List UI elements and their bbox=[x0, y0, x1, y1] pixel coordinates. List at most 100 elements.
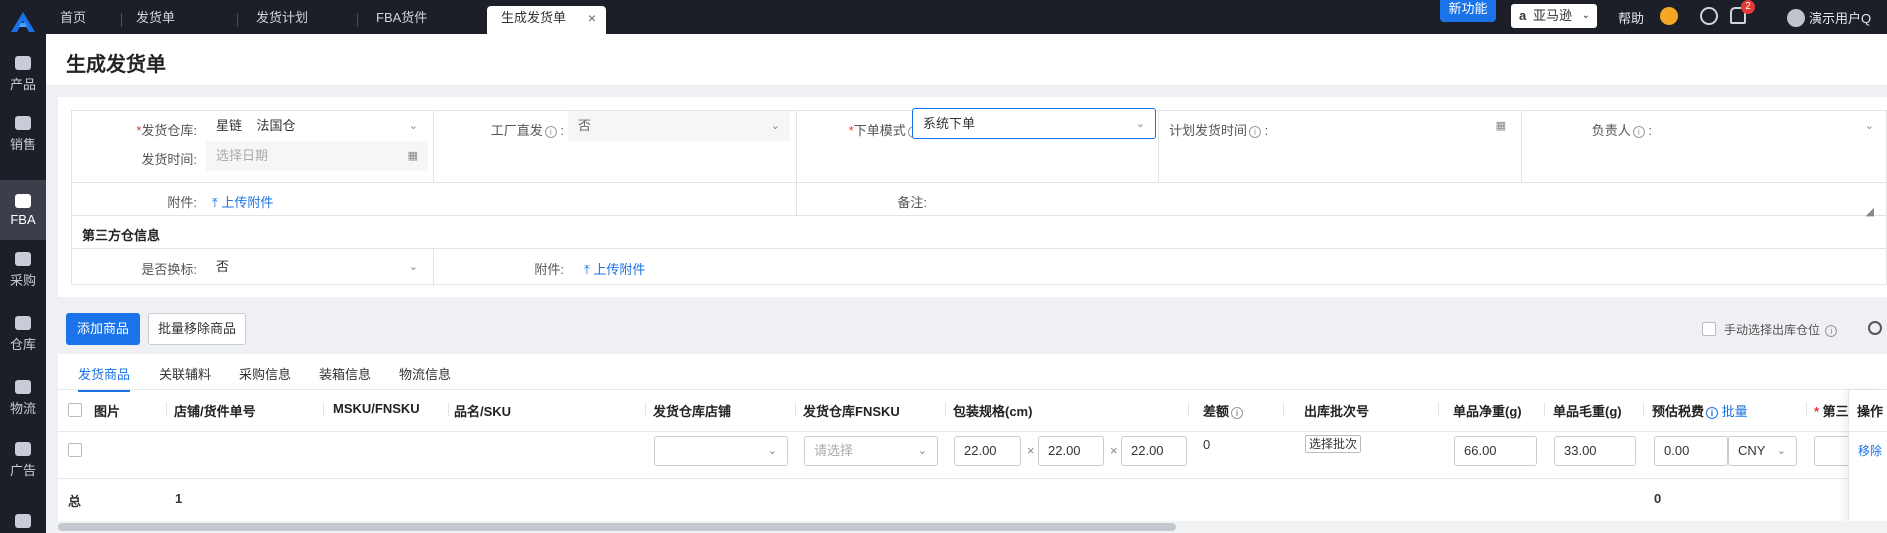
warehouse-select[interactable]: 星链 法国仓 ⌄ bbox=[206, 111, 428, 141]
tax-batch-link[interactable]: 批量 bbox=[1722, 404, 1748, 419]
ship-fnsku-select[interactable]: 请选择 ⌄ bbox=[804, 436, 938, 466]
scrollbar-thumb[interactable] bbox=[58, 523, 1176, 531]
sidebar-item-ads[interactable]: 广告 bbox=[0, 430, 46, 490]
manual-location-text: 手动选择出库仓位 bbox=[1724, 323, 1821, 337]
col-divider bbox=[448, 402, 449, 416]
relabel-label: 是否换标: bbox=[141, 262, 197, 277]
tab-shipment-orders[interactable]: 发货单 bbox=[122, 6, 238, 34]
upload-attachment-link[interactable]: ⤒ 上传附件 bbox=[212, 192, 273, 211]
tab-home[interactable]: 首页 bbox=[46, 6, 122, 34]
col-pack-spec: 包装规格(cm) bbox=[953, 404, 1033, 419]
chevron-down-icon: ⌄ bbox=[917, 445, 927, 457]
required-mark: * bbox=[1814, 404, 1823, 419]
planned-ship-time-label-text: 计划发货时间 bbox=[1169, 123, 1248, 138]
tab-packing-info[interactable]: 装箱信息 bbox=[319, 364, 371, 383]
col-diff: 差额 i bbox=[1203, 401, 1244, 420]
tax-input[interactable]: 0.00 bbox=[1654, 436, 1728, 466]
mail-icon bbox=[15, 514, 31, 528]
total-count: 1 bbox=[175, 491, 183, 506]
customer-service-icon[interactable] bbox=[1660, 7, 1678, 25]
tab-ship-products[interactable]: 发货商品 bbox=[78, 364, 131, 392]
manual-location-checkbox[interactable] bbox=[1702, 322, 1716, 336]
info-icon: i bbox=[1249, 126, 1262, 138]
gross-weight-input[interactable]: 33.00 bbox=[1554, 436, 1636, 466]
add-product-button[interactable]: 添加商品 bbox=[66, 313, 140, 345]
order-mode-value: 系统下单 bbox=[923, 116, 976, 131]
amazon-icon bbox=[15, 193, 31, 208]
sidebar-item-warehouse[interactable]: 仓库 bbox=[0, 304, 46, 364]
ship-time-picker[interactable]: 选择日期 ▦ bbox=[206, 141, 428, 171]
tab-accessories[interactable]: 关联辅料 bbox=[159, 364, 211, 383]
tab-logistics-info[interactable]: 物流信息 bbox=[399, 364, 451, 383]
ship-shop-select[interactable]: ⌄ bbox=[654, 436, 788, 466]
length-input[interactable]: 22.00 bbox=[954, 436, 1021, 466]
remove-link[interactable]: 移除 bbox=[1858, 442, 1882, 459]
warehouse-value-2: 法国仓 bbox=[256, 118, 296, 133]
ad-icon bbox=[15, 441, 31, 456]
info-icon: i bbox=[1825, 325, 1838, 337]
sidebar-item-product[interactable]: 产品 bbox=[0, 44, 46, 104]
upload-attachment2-link[interactable]: ⤒ 上传附件 bbox=[584, 259, 645, 278]
sidebar-item-sales[interactable]: 销售 bbox=[0, 104, 46, 164]
col-tax-text: 预估税费 bbox=[1652, 404, 1705, 419]
form-grid: *发货仓库: 星链 法国仓⌄ 工厂直发i : 否⌄ *下单模式i : 系统下单⌄… bbox=[71, 108, 1887, 286]
tab-create-shipment[interactable]: 生成发货单 × bbox=[487, 6, 606, 34]
download-icon[interactable] bbox=[1700, 7, 1718, 25]
factory-direct-label-text: 工厂直发 bbox=[490, 123, 543, 138]
chevron-down-icon: ⌄ bbox=[408, 120, 418, 132]
sell-icon bbox=[15, 115, 31, 130]
manual-location-label: 手动选择出库仓位 i bbox=[1724, 321, 1838, 338]
warehouse-label-text: 发货仓库: bbox=[141, 123, 197, 138]
page-title: 生成发货单 bbox=[66, 54, 166, 76]
sidebar-item-purchase[interactable]: 采购 bbox=[0, 240, 46, 300]
net-weight-input[interactable]: 66.00 bbox=[1454, 436, 1537, 466]
attachment2-label: 附件: bbox=[534, 262, 564, 277]
row-checkbox[interactable] bbox=[68, 443, 82, 457]
info-icon: i bbox=[1706, 407, 1719, 419]
username: 演示用户Q bbox=[1809, 11, 1872, 26]
col-gross-weight: 单品毛重(g) bbox=[1553, 404, 1622, 419]
sidebar-item-logistics[interactable]: 物流 bbox=[0, 368, 46, 428]
col-shop: 店铺/货件单号 bbox=[174, 404, 256, 419]
col-divider bbox=[166, 402, 167, 416]
help-link[interactable]: 帮助 bbox=[1618, 8, 1644, 27]
tab-fba-shipments[interactable]: FBA货件 bbox=[362, 6, 478, 34]
calendar-icon: ▦ bbox=[407, 150, 418, 162]
app-logo[interactable] bbox=[0, 0, 46, 44]
third-party-section-title: 第三方仓信息 bbox=[82, 228, 161, 243]
chevron-down-icon: ⌄ bbox=[1776, 445, 1786, 457]
horizontal-scrollbar[interactable] bbox=[58, 521, 1887, 533]
remark-label: 备注: bbox=[897, 195, 927, 210]
tab-purchase-info[interactable]: 采购信息 bbox=[239, 364, 291, 383]
header-divider bbox=[58, 431, 1887, 432]
cart-icon bbox=[15, 251, 31, 266]
currency-select[interactable]: CNY ⌄ bbox=[1728, 436, 1797, 466]
attachment-label: 附件: bbox=[167, 195, 197, 210]
column-settings-icon[interactable] bbox=[1868, 321, 1882, 335]
marketplace-select[interactable]: a 亚马逊 ⌄ bbox=[1511, 4, 1597, 28]
owner-select[interactable]: ⌄ bbox=[1656, 111, 1884, 141]
order-mode-select[interactable]: 系统下单 ⌄ bbox=[912, 108, 1156, 139]
ship-time-placeholder: 选择日期 bbox=[216, 148, 269, 163]
planned-ship-time-picker[interactable]: ▦ bbox=[1304, 111, 1516, 141]
new-feature-badge[interactable]: 新功能 bbox=[1440, 0, 1496, 22]
select-batch-button[interactable]: 选择批次 bbox=[1305, 435, 1362, 453]
width-input[interactable]: 22.00 bbox=[1038, 436, 1104, 466]
sidebar-item-mail[interactable] bbox=[0, 496, 46, 533]
batch-remove-button[interactable]: 批量移除商品 bbox=[148, 313, 246, 345]
sidebar-item-fba[interactable]: FBA bbox=[0, 180, 46, 240]
diff-value: 0 bbox=[1203, 437, 1211, 452]
height-input[interactable]: 22.00 bbox=[1121, 436, 1187, 466]
relabel-select[interactable]: 否 ⌄ bbox=[206, 252, 428, 282]
shipment-form: *发货仓库: 星链 法国仓⌄ 工厂直发i : 否⌄ *下单模式i : 系统下单⌄… bbox=[58, 97, 1887, 297]
col-ship-fnsku: 发货仓库FNSKU bbox=[803, 404, 900, 419]
select-all-checkbox[interactable] bbox=[68, 403, 82, 417]
remark-textarea[interactable]: ◢ bbox=[932, 185, 1884, 218]
col-divider bbox=[1806, 402, 1807, 416]
user-menu[interactable]: 演示用户Q bbox=[1787, 8, 1871, 27]
box-icon bbox=[15, 55, 31, 70]
factory-direct-select[interactable]: 否 ⌄ bbox=[568, 111, 790, 141]
tab-shipment-plan[interactable]: 发货计划 bbox=[242, 6, 358, 34]
col-divider bbox=[1188, 402, 1189, 416]
close-icon[interactable]: × bbox=[588, 6, 596, 30]
